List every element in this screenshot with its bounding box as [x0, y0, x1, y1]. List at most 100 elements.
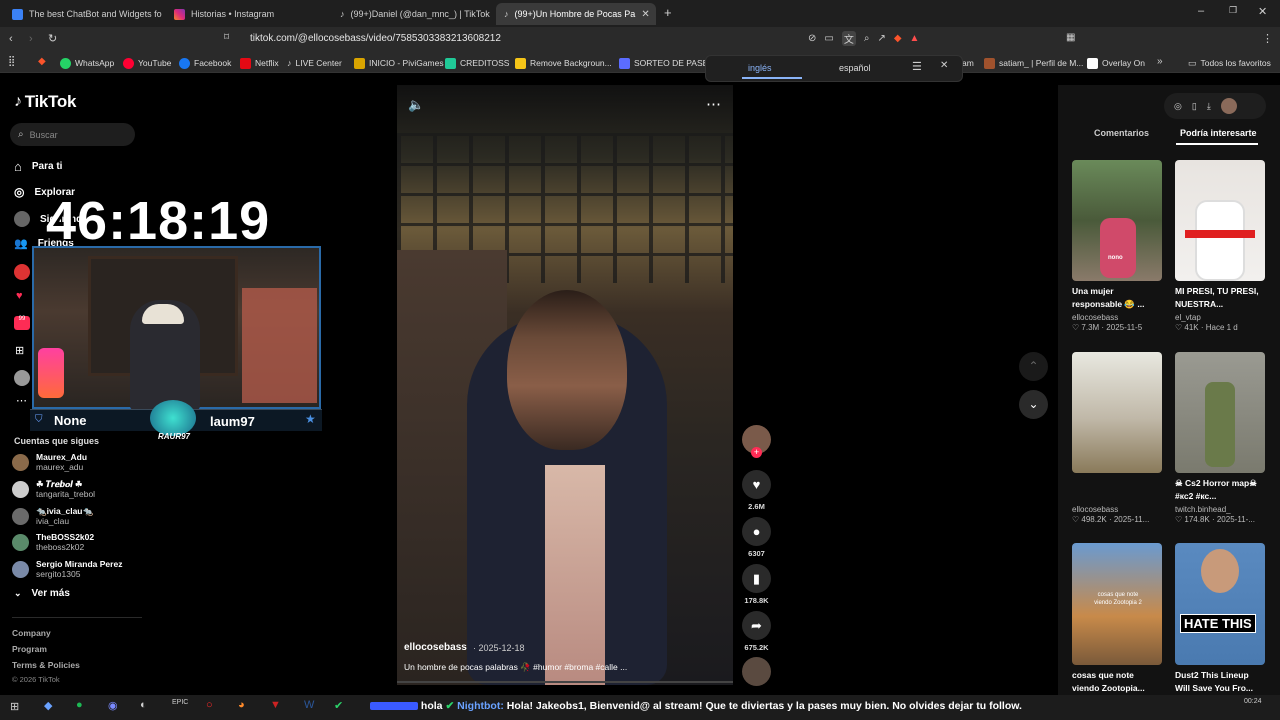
bookmark-satiam[interactable]: satiam_ | Perfil de M...: [984, 53, 1083, 73]
browser-tab[interactable]: Historias • Instagram: [166, 3, 326, 25]
no-track-icon[interactable]: ⊘: [808, 33, 816, 44]
brave-rewards-icon[interactable]: ▲: [910, 33, 920, 44]
close-icon[interactable]: ✕: [940, 60, 948, 71]
upload-icon[interactable]: ⊞: [15, 344, 24, 357]
user-badge: [370, 702, 418, 711]
minimize-icon[interactable]: –: [1198, 5, 1204, 17]
recommended-card[interactable]: nono Una mujer responsable 😂 ... ellocos…: [1072, 160, 1162, 332]
bookmark-icon[interactable]: ⌑: [224, 32, 229, 43]
tab-might-interest[interactable]: Podría interesarte: [1180, 128, 1257, 138]
opera-icon[interactable]: ○: [206, 699, 213, 711]
search-input[interactable]: ⌕ Buscar: [10, 123, 135, 146]
bookmark-youtube[interactable]: YouTube: [123, 53, 171, 73]
following-item[interactable]: TheBOSS2k02 theboss2k02: [12, 532, 94, 552]
previous-video-button[interactable]: ⌃: [1019, 352, 1048, 381]
chevron-more-icon[interactable]: »: [1157, 56, 1163, 67]
new-tab-icon[interactable]: +: [664, 5, 672, 20]
activity-icon[interactable]: ♥: [16, 290, 23, 302]
close-window-icon[interactable]: ✕: [1258, 5, 1267, 18]
menu-lines-icon[interactable]: ☰: [912, 60, 922, 73]
reload-icon[interactable]: ↻: [48, 32, 57, 45]
windows-start-icon[interactable]: ⊞: [10, 700, 19, 713]
progress-bar[interactable]: [397, 681, 733, 683]
browser-tab[interactable]: The best ChatBot and Widgets for Ki: [4, 3, 162, 25]
recommended-card[interactable]: cosas que note viendo Zootopia 2 cosas q…: [1072, 543, 1162, 695]
see-more-button[interactable]: ⌄ Ver más: [14, 588, 70, 599]
video-author[interactable]: ellocosebass: [404, 642, 467, 653]
following-item[interactable]: 🐀ivia_clau🐀 ivia_clau: [12, 506, 93, 526]
footer-link-program[interactable]: Program: [12, 644, 47, 654]
restore-icon[interactable]: ❐: [1229, 5, 1237, 16]
discord-icon[interactable]: ◉: [108, 699, 118, 712]
extensions-icon[interactable]: ▦: [1066, 32, 1075, 43]
chat-icon[interactable]: ✔: [334, 699, 343, 712]
recommended-card[interactable]: HATE THIS Dust2 This Lineup Will Save Yo…: [1175, 543, 1265, 695]
riot-icon[interactable]: ▼: [270, 699, 281, 711]
brave-shield-icon[interactable]: ◆: [894, 33, 902, 44]
author-avatar-button[interactable]: +: [742, 425, 771, 458]
phone-icon[interactable]: ▯: [1192, 101, 1197, 112]
following-item[interactable]: Sergio Miranda Perez sergito1305: [12, 559, 122, 579]
steam-icon[interactable]: ◐: [140, 699, 147, 711]
forward-icon[interactable]: ›: [29, 33, 33, 45]
share-button[interactable]: ➦ 675.2K: [742, 611, 771, 652]
firefox-icon[interactable]: ◕: [238, 699, 245, 711]
tab-comments[interactable]: Comentarios: [1094, 128, 1149, 138]
bookmark-netflix[interactable]: Netflix: [240, 53, 279, 73]
bookmark-creditoss[interactable]: CREDITOSS: [445, 53, 509, 73]
bookmark-facebook[interactable]: Facebook: [179, 53, 231, 73]
word-icon[interactable]: W: [304, 699, 314, 711]
bookmark-live-center[interactable]: ♪ LIVE Center: [287, 53, 342, 73]
bookmark-pivigames[interactable]: INICIO - PiviGames: [354, 53, 444, 73]
profile-avatar[interactable]: [1220, 98, 1237, 114]
more-icon[interactable]: ⋯: [16, 394, 27, 407]
footer-link-terms[interactable]: Terms & Policies: [12, 660, 80, 670]
spotify-icon[interactable]: ●: [76, 699, 83, 711]
footer-link-company[interactable]: Company: [12, 628, 51, 638]
lang-to-tab[interactable]: español: [839, 63, 871, 73]
compass-icon[interactable]: ◎: [1174, 101, 1182, 112]
bookmark-partial[interactable]: am: [962, 53, 974, 73]
inbox-icon[interactable]: 99: [14, 316, 30, 330]
recommended-card[interactable]: ☠ Cs2 Horror map☠ #кс2 #кс... twitch.bin…: [1175, 352, 1265, 524]
brave-icon[interactable]: ◆: [38, 56, 46, 67]
more-options-icon[interactable]: ⋯: [706, 95, 721, 113]
next-video-button[interactable]: ⌄: [1019, 390, 1048, 419]
video-player[interactable]: [397, 85, 733, 685]
volume-icon[interactable]: 🔈: [408, 97, 424, 113]
zoom-icon[interactable]: ⌕: [864, 33, 870, 44]
following-item[interactable]: Maurex_Adu maurex_adu: [12, 452, 87, 472]
bookmark-all[interactable]: ▭ Todos los favoritos: [1188, 53, 1271, 73]
close-tab-icon[interactable]: ✕: [641, 9, 649, 20]
menu-icon[interactable]: ⋮: [1262, 32, 1273, 45]
music-disc-button[interactable]: [742, 657, 771, 686]
tiktok-logo[interactable]: ♪ TikTok: [14, 92, 76, 112]
bookmark-whatsapp[interactable]: WhatsApp: [60, 53, 114, 73]
app-icon[interactable]: ◆: [44, 699, 52, 712]
nav-label: Para ti: [31, 161, 63, 172]
live-avatar[interactable]: [14, 264, 30, 280]
bookmark-overlay[interactable]: Overlay On: [1087, 53, 1145, 73]
epic-icon[interactable]: EPIC: [172, 699, 188, 706]
save-button[interactable]: ▮ 178.8K: [742, 564, 771, 605]
browser-tab[interactable]: ♪ (99+)Daniel (@dan_mnc_) | TikTok: [332, 3, 492, 25]
video-caption[interactable]: Un hombre de pocas palabras 🥀 #humor #br…: [404, 662, 627, 673]
like-button[interactable]: ♥ 2.6M: [742, 470, 771, 511]
share-icon[interactable]: ↗: [877, 33, 885, 44]
profile-avatar[interactable]: [14, 370, 30, 386]
download-icon[interactable]: ⤓: [1207, 101, 1211, 112]
apps-icon[interactable]: ⣿: [8, 56, 15, 67]
translate-icon[interactable]: 文: [841, 31, 856, 46]
browser-tab-active[interactable]: ♪ (99+)Un Hombre de Pocas Pa ✕: [496, 3, 656, 25]
following-item[interactable]: ☘ 𝑻𝒓𝒆𝒃𝒐𝒍 ☘ tangarita_trebol: [12, 479, 95, 499]
nav-for-you[interactable]: ⌂ Para ti: [14, 159, 62, 174]
lang-from-tab[interactable]: inglés: [748, 63, 772, 73]
bookmark-remove-bg[interactable]: Remove Backgroun...: [515, 53, 612, 73]
recommended-card[interactable]: ellocosebass ♡ 498.2K · 2025-11...: [1072, 352, 1162, 524]
back-icon[interactable]: ‹: [9, 33, 13, 45]
cast-icon[interactable]: ▭: [824, 33, 833, 44]
follow-plus-icon[interactable]: +: [751, 447, 762, 458]
recommended-card[interactable]: MI PRESI, TU PRESI, NUESTRA... el_vtap ♡…: [1175, 160, 1265, 332]
url-field[interactable]: tiktok.com/@ellocosebass/video/758530338…: [250, 33, 501, 44]
comment-button[interactable]: ● 6307: [742, 517, 771, 558]
